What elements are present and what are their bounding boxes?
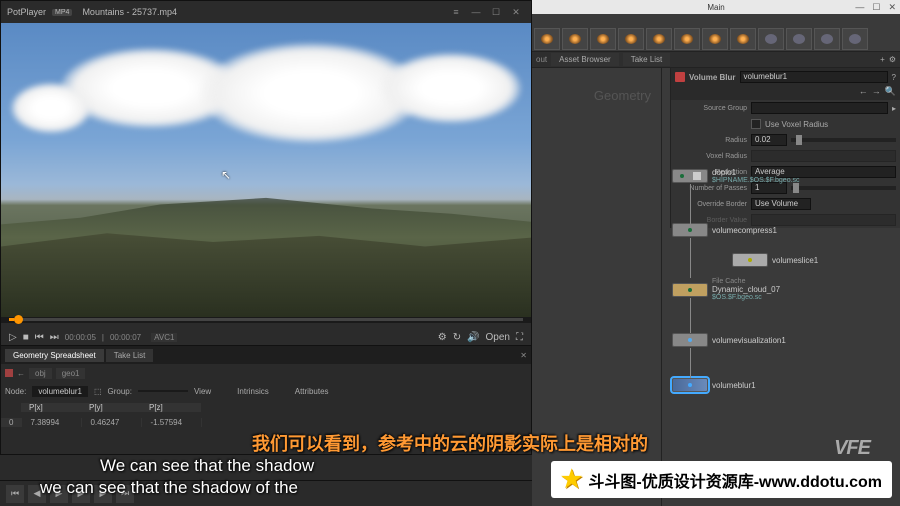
win-maximize-icon[interactable]: ☐	[872, 2, 880, 13]
time-current: 00:00:05	[65, 333, 96, 342]
gear-icon[interactable]: ⚙	[889, 55, 896, 64]
close-icon[interactable]: ✕	[507, 5, 525, 19]
param-nav-icon[interactable]: ←	[859, 86, 868, 100]
voxel-radius-field	[751, 150, 896, 162]
tab-take-list-2[interactable]: Take List	[623, 53, 671, 66]
shelf-tool-distant-light[interactable]	[562, 28, 588, 50]
shelf-tool-portal-light[interactable]	[702, 28, 728, 50]
shelf-tool-vr-camera[interactable]	[786, 28, 812, 50]
seek-bar-area[interactable]	[1, 317, 531, 323]
watermark: ★ 斗斗图-优质设计资源库-www.ddotu.com	[551, 461, 892, 498]
format-badge: MP4	[52, 9, 72, 16]
param-nav-icon[interactable]: →	[872, 86, 881, 100]
path-geo[interactable]: geo1	[56, 368, 86, 379]
next-icon[interactable]: ⏭	[50, 332, 59, 343]
border-dropdown[interactable]: Use Volume	[751, 198, 811, 210]
chevron-icon[interactable]: ▸	[892, 104, 896, 113]
viewport-label: Geometry	[594, 88, 651, 103]
shelf	[532, 14, 900, 52]
param-find-icon[interactable]: 🔍	[885, 86, 896, 100]
radius-slider[interactable]	[791, 138, 896, 142]
pin-icon[interactable]	[5, 369, 13, 377]
cursor-icon: ↖	[221, 168, 231, 182]
potplayer-titlebar[interactable]: PotPlayer MP4 Mountains - 25737.mp4 ≡ — …	[1, 1, 531, 23]
add-icon[interactable]: +	[880, 55, 885, 64]
node-volumevisualization1[interactable]: volumevisualization1	[672, 333, 786, 347]
source-group-field[interactable]	[751, 102, 888, 114]
node-volumeslice1[interactable]: volumeslice1	[732, 253, 818, 267]
video-viewport[interactable]: ↖	[1, 23, 531, 317]
maximize-icon[interactable]: ☐	[487, 5, 505, 19]
win-minimize-icon[interactable]: —	[855, 2, 864, 13]
star-icon: ★	[561, 465, 583, 494]
subtitle-chinese: 我们可以看到，参考中的云的阴影实际上是相对的	[252, 430, 648, 456]
attributes-label[interactable]: Attributes	[295, 387, 329, 396]
table-header: P[x] P[y] P[z]	[1, 400, 531, 415]
voxel-radius-checkbox[interactable]	[751, 119, 761, 129]
group-field[interactable]	[138, 390, 188, 392]
param-title: Volume Blur	[689, 73, 736, 82]
points-icon[interactable]: ⬚	[94, 387, 102, 396]
houdini-titlebar[interactable]: Main — ☐ ✕	[532, 0, 900, 14]
watermark-text: 斗斗图-优质设计资源库-www.ddotu.com	[588, 468, 882, 492]
shelf-tool-caustic-light[interactable]	[674, 28, 700, 50]
tab-take-list[interactable]: Take List	[106, 349, 154, 362]
shelf-tool-ambient-light[interactable]	[730, 28, 756, 50]
loop-icon[interactable]: ↻	[453, 332, 461, 343]
shelf-tool-sky-light[interactable]	[590, 28, 616, 50]
table-row[interactable]: 0 7.38994 0.46247 -1.57594	[1, 415, 531, 430]
node-volumecompress1[interactable]: volumecompress1	[672, 223, 777, 237]
subtitle-english-1: We can see that the shadow	[100, 456, 314, 476]
open-button[interactable]: Open	[486, 332, 510, 343]
panel-close-icon[interactable]: ✕	[520, 351, 527, 360]
stop-icon[interactable]: ■	[23, 332, 29, 343]
path-obj[interactable]: obj	[29, 368, 52, 379]
prev-icon[interactable]: ⏮	[35, 332, 44, 343]
passes-slider[interactable]	[791, 186, 896, 190]
volume-icon[interactable]: 🔊	[467, 332, 479, 343]
shelf-tool-stereo-camera[interactable]	[758, 28, 784, 50]
node-filecache[interactable]: File CacheDynamic_cloud_07$OS.$F.bgeo.sc	[672, 278, 780, 301]
intrinsics-label[interactable]: Intrinsics	[237, 387, 269, 396]
help-icon[interactable]: ?	[892, 73, 896, 82]
shelf-tool-gi-light[interactable]	[646, 28, 672, 50]
time-total: 00:00:07	[110, 333, 141, 342]
shelf-tool-surround-camera[interactable]	[842, 28, 868, 50]
video-title: Mountains - 25737.mp4	[78, 7, 447, 17]
shelf-tool-switcher[interactable]	[814, 28, 840, 50]
view-label[interactable]: View	[194, 387, 211, 396]
node-dopio1[interactable]: dopio1$HIPNAME.$OS.$F.bgeo.sc	[672, 168, 800, 184]
play-icon[interactable]: ▷	[9, 332, 17, 343]
node-label: Node:	[5, 387, 26, 396]
pin-icon[interactable]	[675, 72, 685, 82]
spreadsheet-table: P[x] P[y] P[z] 0 7.38994 0.46247 -1.5759…	[1, 400, 531, 430]
tab-asset-browser[interactable]: Asset Browser	[551, 53, 619, 66]
tab-geo-spreadsheet[interactable]: Geometry Spreadsheet	[5, 349, 104, 362]
parameters-panel: Volume Blur volumeblur1 ? ← → 🔍 Source G…	[670, 68, 900, 228]
group-label: Group:	[108, 387, 132, 396]
subtitle-english-2: we can see that the shadow of the	[40, 478, 298, 498]
node-field[interactable]: volumeblur1	[32, 386, 88, 397]
vfe-logo: VFE	[834, 437, 870, 460]
param-node-name[interactable]: volumeblur1	[740, 71, 888, 83]
menu-icon[interactable]: ≡	[447, 5, 465, 19]
codec-badge: AVC1	[151, 333, 177, 342]
app-name: PotPlayer	[7, 7, 46, 17]
first-frame-icon[interactable]: ⏮	[6, 485, 24, 503]
shelf-tool-sun-light[interactable]	[618, 28, 644, 50]
radius-field[interactable]: 0.02	[751, 134, 787, 146]
fullscreen-icon[interactable]: ⛶	[516, 332, 523, 343]
win-close-icon[interactable]: ✕	[888, 2, 896, 13]
minimize-icon[interactable]: —	[467, 5, 485, 19]
settings-icon[interactable]: ⚙	[438, 332, 447, 343]
node-volumeblur1[interactable]: volumeblur1	[672, 378, 756, 392]
potplayer-window: PotPlayer MP4 Mountains - 25737.mp4 ≡ — …	[0, 0, 532, 345]
houdini-toolbar: out Asset Browser Take List + ⚙	[532, 52, 900, 68]
shelf-tool-volume-light[interactable]	[534, 28, 560, 50]
houdini-title: Main	[707, 3, 724, 12]
